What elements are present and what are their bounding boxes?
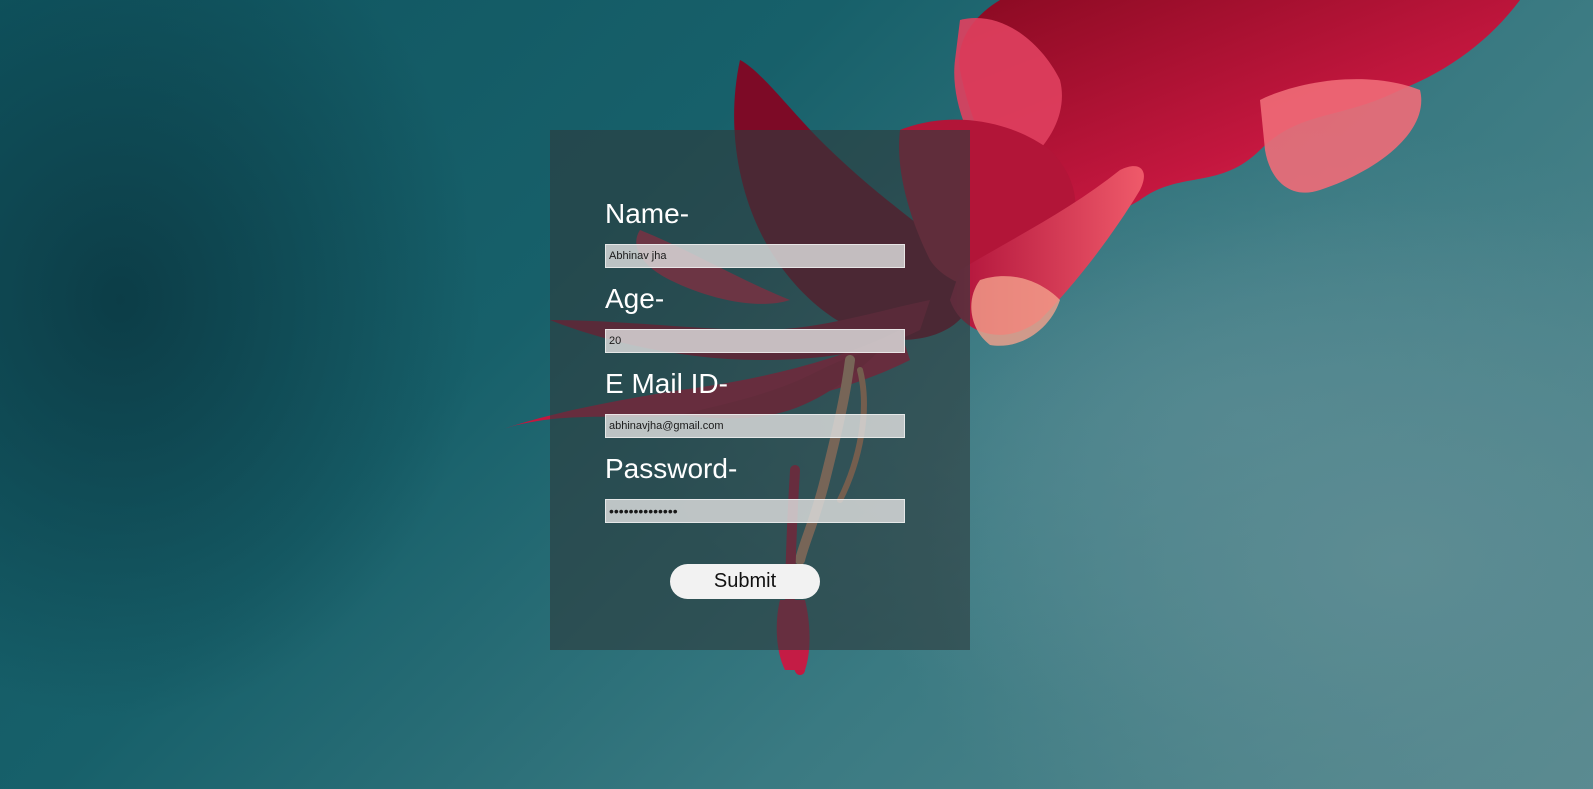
email-input[interactable] [605, 414, 905, 438]
name-input[interactable] [605, 244, 905, 268]
password-label: Password- [605, 453, 738, 484]
page-background: Name- Age- E Mail ID- Password- Submit [0, 0, 1593, 789]
email-label: E Mail ID- [605, 368, 728, 399]
age-input[interactable] [605, 329, 905, 353]
submit-button[interactable]: Submit [670, 564, 820, 599]
registration-form-panel: Name- Age- E Mail ID- Password- Submit [550, 130, 970, 650]
age-label: Age- [605, 283, 665, 314]
name-label: Name- [605, 198, 690, 229]
password-input[interactable] [605, 499, 905, 523]
